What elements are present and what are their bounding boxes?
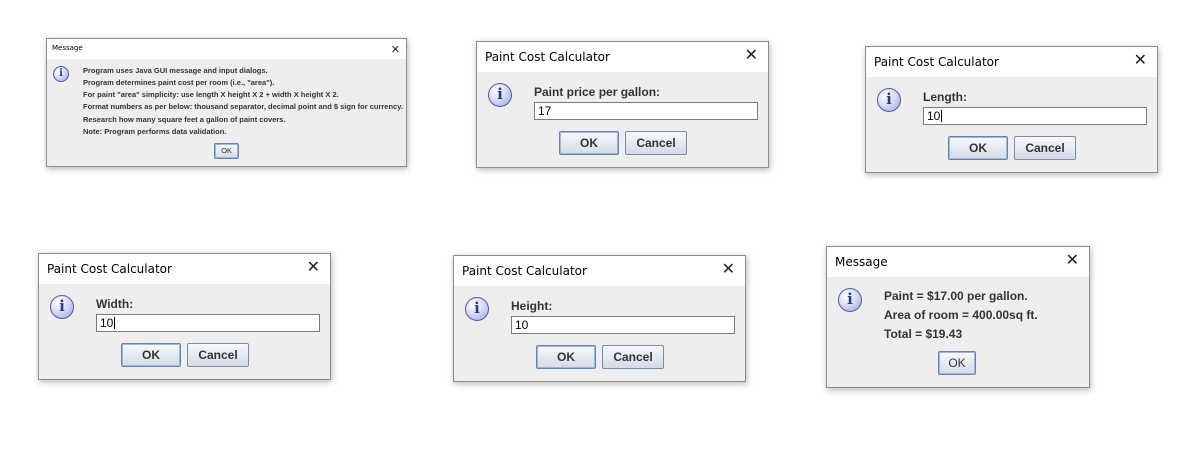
intro-message-line: Format numbers as per below: thousand se… bbox=[83, 102, 403, 111]
width-input[interactable]: 10 bbox=[96, 314, 320, 332]
height-dialog: Paint Cost Calculator ✕ i Height: 10 OK … bbox=[453, 255, 746, 382]
cancel-button[interactable]: Cancel bbox=[1014, 136, 1076, 160]
length-dialog-title: Paint Cost Calculator bbox=[874, 55, 999, 69]
close-icon[interactable]: ✕ bbox=[307, 259, 320, 275]
ok-button[interactable]: OK bbox=[536, 345, 596, 369]
width-titlebar: Paint Cost Calculator ✕ bbox=[39, 254, 330, 284]
close-icon[interactable]: ✕ bbox=[391, 42, 400, 58]
cancel-button[interactable]: Cancel bbox=[602, 345, 664, 369]
price-prompt-label: Paint price per gallon: bbox=[534, 85, 661, 99]
info-icon: i bbox=[50, 295, 74, 319]
result-message-dialog: Message ✕ i Paint = $17.00 per gallon. A… bbox=[826, 246, 1090, 388]
price-input[interactable]: 17 bbox=[534, 102, 758, 120]
price-input-value: 17 bbox=[538, 104, 552, 118]
intro-message-dialog: Message ✕ i Program uses Java GUI messag… bbox=[46, 38, 407, 167]
length-input-value: 10 bbox=[927, 109, 941, 123]
intro-message-line: Note: Program performs data validation. bbox=[83, 127, 227, 136]
cancel-button[interactable]: Cancel bbox=[625, 131, 687, 155]
text-caret bbox=[114, 317, 116, 329]
height-dialog-title: Paint Cost Calculator bbox=[462, 264, 587, 278]
cancel-button[interactable]: Cancel bbox=[187, 343, 249, 367]
width-dialog-title: Paint Cost Calculator bbox=[47, 262, 172, 276]
text-caret bbox=[941, 110, 943, 122]
result-line: Area of room = 400.00sq ft. bbox=[884, 308, 1038, 322]
ok-button[interactable]: OK bbox=[121, 343, 181, 367]
intro-message-line: Research how many square feet a gallon o… bbox=[83, 115, 286, 124]
width-prompt-label: Width: bbox=[96, 297, 134, 311]
ok-button[interactable]: OK bbox=[948, 136, 1008, 160]
length-titlebar: Paint Cost Calculator ✕ bbox=[866, 47, 1157, 77]
ok-button[interactable]: OK bbox=[559, 131, 619, 155]
result-dialog-title: Message bbox=[835, 255, 888, 269]
intro-titlebar: Message ✕ bbox=[47, 39, 406, 59]
close-icon[interactable]: ✕ bbox=[1066, 252, 1079, 268]
width-dialog: Paint Cost Calculator ✕ i Width: 10 OK C… bbox=[38, 253, 331, 380]
ok-button[interactable]: OK bbox=[214, 143, 239, 159]
result-line: Paint = $17.00 per gallon. bbox=[884, 289, 1028, 303]
length-prompt-label: Length: bbox=[923, 90, 967, 104]
close-icon[interactable]: ✕ bbox=[1134, 52, 1147, 68]
close-icon[interactable]: ✕ bbox=[745, 47, 758, 63]
height-prompt-label: Height: bbox=[511, 299, 553, 313]
intro-message-line: Program determines paint cost per room (… bbox=[83, 78, 275, 87]
paint-price-dialog: Paint Cost Calculator ✕ i Paint price pe… bbox=[476, 41, 769, 168]
width-input-value: 10 bbox=[100, 316, 114, 330]
intro-dialog-title: Message bbox=[52, 44, 83, 52]
info-icon: i bbox=[53, 66, 69, 82]
height-titlebar: Paint Cost Calculator ✕ bbox=[454, 256, 745, 286]
price-titlebar: Paint Cost Calculator ✕ bbox=[477, 42, 768, 72]
close-icon[interactable]: ✕ bbox=[722, 261, 735, 277]
info-icon: i bbox=[877, 88, 901, 112]
info-icon: i bbox=[465, 297, 489, 321]
length-dialog: Paint Cost Calculator ✕ i Length: 10 OK … bbox=[865, 46, 1158, 173]
result-line: Total = $19.43 bbox=[884, 327, 963, 341]
height-input[interactable]: 10 bbox=[511, 316, 735, 334]
intro-message-line: For paint "area" simplicity: use length … bbox=[83, 90, 339, 99]
length-input[interactable]: 10 bbox=[923, 107, 1147, 125]
ok-button[interactable]: OK bbox=[938, 351, 976, 375]
info-icon: i bbox=[488, 83, 512, 107]
intro-message-line: Program uses Java GUI message and input … bbox=[83, 66, 268, 75]
price-dialog-title: Paint Cost Calculator bbox=[485, 50, 610, 64]
result-titlebar: Message ✕ bbox=[827, 247, 1089, 277]
info-icon: i bbox=[838, 288, 862, 312]
height-input-value: 10 bbox=[515, 318, 529, 332]
